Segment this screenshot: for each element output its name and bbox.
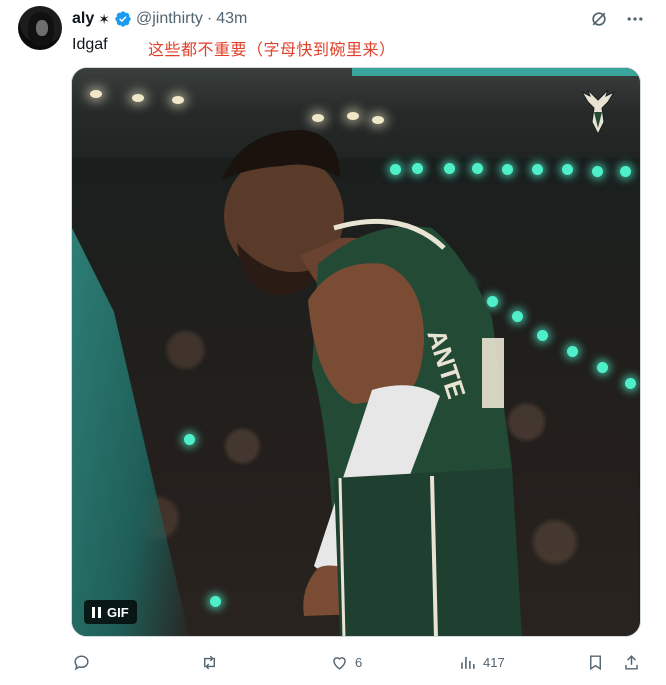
tweet-card[interactable]: aly ✶ @jinthirty · 43m Idgaf 这些都不重要（字母快到… — [0, 0, 666, 685]
retweet-icon — [204, 655, 215, 669]
action-bar: 6 417 — [72, 650, 647, 674]
timestamp[interactable]: 43m — [216, 10, 247, 28]
pause-icon[interactable] — [92, 606, 101, 618]
view-count: 417 — [483, 654, 505, 670]
views-icon — [461, 656, 475, 669]
grok-icon[interactable] — [588, 8, 610, 30]
gif-badge[interactable]: GIF — [84, 600, 137, 624]
name-suffix: ✶ — [98, 10, 110, 27]
more-icon[interactable] — [624, 8, 646, 30]
views-button[interactable]: 417 — [458, 650, 505, 674]
tweet-text: Idgaf — [72, 36, 108, 53]
media-gif[interactable]: ANTE GIF — [71, 67, 641, 637]
bookmark-icon — [590, 654, 601, 670]
player-figure: ANTE — [222, 130, 522, 636]
heart-icon — [333, 656, 346, 670]
bookmark-button[interactable] — [586, 650, 605, 674]
gif-badge-label: GIF — [107, 604, 129, 620]
separator-dot: · — [206, 10, 213, 27]
like-count: 6 — [355, 654, 363, 670]
overlay-annotation: 这些都不重要（字母快到碗里来） — [148, 40, 396, 59]
header-actions — [588, 8, 646, 30]
avatar[interactable] — [18, 6, 62, 50]
reply-icon — [74, 654, 89, 670]
tweet-header: aly ✶ @jinthirty · 43m — [72, 8, 247, 30]
deer-logo-icon — [580, 89, 616, 136]
display-name[interactable]: aly — [72, 10, 94, 28]
reply-button[interactable] — [72, 650, 97, 674]
avatar-face — [36, 20, 48, 36]
share-icon — [625, 654, 638, 670]
verified-badge-icon — [114, 10, 132, 28]
share-button[interactable] — [622, 650, 641, 674]
handle[interactable]: @jinthirty — [136, 10, 203, 28]
retweet-button[interactable] — [200, 650, 225, 674]
like-button[interactable]: 6 — [330, 650, 362, 674]
